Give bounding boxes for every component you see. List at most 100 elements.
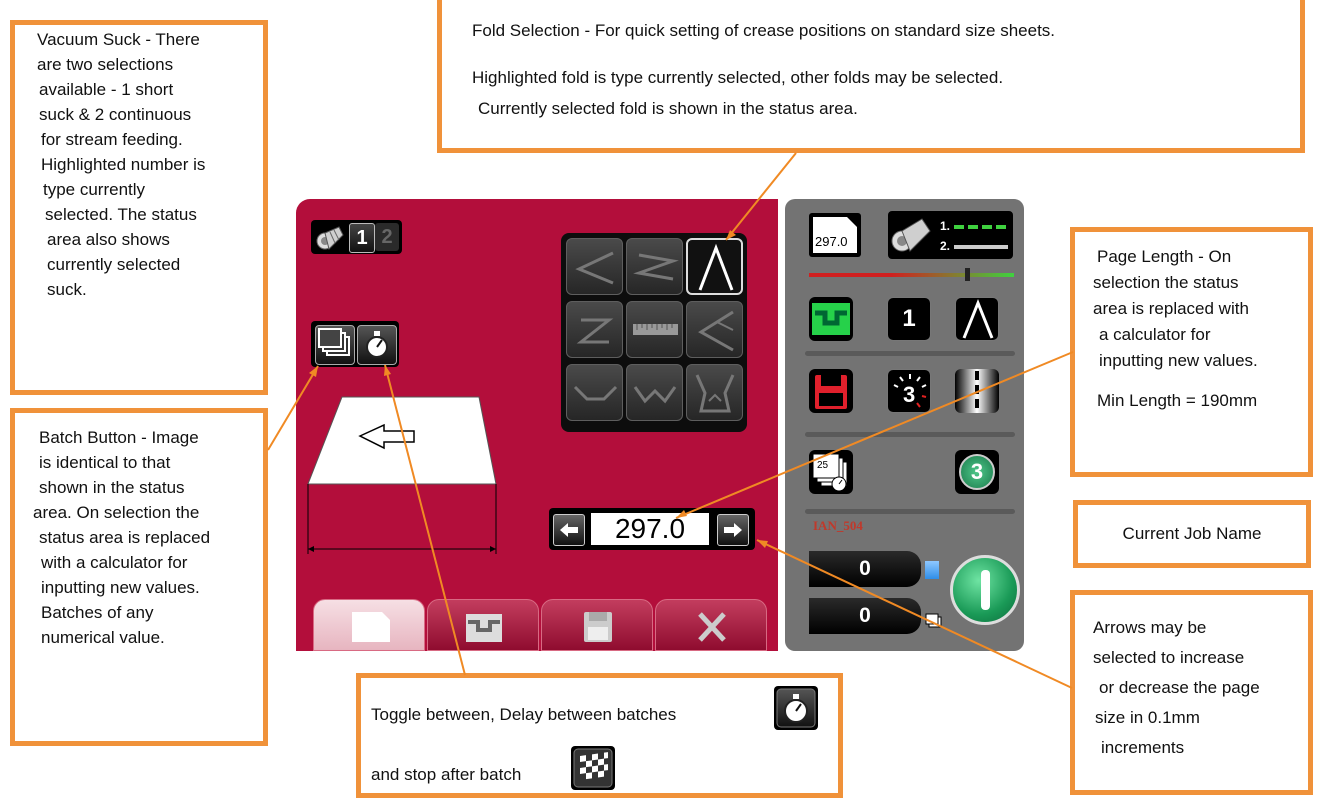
suck-strength-slider[interactable] (809, 273, 1014, 277)
tab-page[interactable] (313, 599, 425, 651)
ruler-button[interactable] (626, 301, 683, 358)
fold-7-button[interactable] (566, 364, 623, 421)
separator (805, 351, 1015, 356)
batch-counter: 0 (809, 598, 921, 634)
delay-toggle-button[interactable] (357, 325, 397, 365)
tab-save[interactable] (541, 599, 653, 651)
delay-status-button[interactable]: 3 (887, 369, 931, 413)
arrows-callout: Arrows may be selected to increase or de… (1070, 590, 1313, 795)
suck-option-1-button[interactable]: 1 (349, 223, 375, 253)
slider-handle[interactable] (965, 268, 970, 281)
crease-icon (812, 303, 850, 335)
badge-circle: 3 (959, 454, 995, 490)
vacuum-roller-icon (315, 223, 345, 251)
single-fold-icon (698, 243, 734, 291)
callout-line: or decrease the page (1099, 678, 1260, 697)
batch-count: 25 (817, 460, 829, 471)
separator (805, 432, 1015, 437)
tab-tools[interactable] (655, 599, 767, 651)
callout-line: Batch Button - Image (39, 428, 199, 447)
crease-status-button[interactable] (809, 297, 853, 341)
stack-icon (925, 613, 942, 628)
start-button[interactable] (950, 555, 1020, 625)
batch-button[interactable] (315, 325, 355, 365)
checkered-flag-icon (571, 746, 615, 790)
z-fold-icon (633, 253, 679, 281)
callout-line: for stream feeding. (41, 130, 183, 149)
job-name: IAN_504 (813, 518, 863, 533)
vacuum-suck-selector: 1 2 (311, 220, 402, 254)
circle-badge-button[interactable]: 3 (955, 450, 999, 494)
batch-status-button[interactable]: 25 (809, 450, 853, 494)
vacuum-suck-callout: Vacuum Suck - There are two selections a… (10, 20, 268, 395)
fold-2-button[interactable] (626, 238, 683, 295)
fold-1-button[interactable] (566, 238, 623, 295)
suck-level-1-bar (954, 225, 1008, 229)
callout-line: with a calculator for (41, 553, 188, 572)
suck-level-2-label: 2. (940, 239, 951, 253)
page-length-field[interactable]: 297.0 (591, 513, 709, 545)
stack-icon (318, 328, 350, 356)
callout-line: and stop after batch (371, 765, 522, 784)
callout-line: a calculator for (1099, 325, 1211, 344)
status-panel: 297.0 1. 2. 1 3 25 3 IAN_504 0 0 (785, 199, 1024, 651)
callout-line: selection the status (1093, 273, 1239, 292)
callout-line: Toggle between, Delay between batches (371, 705, 677, 724)
ruler-icon (633, 324, 678, 335)
tab-crease[interactable] (427, 599, 539, 651)
callout-line: Current Job Name (1122, 524, 1262, 543)
stopwatch-icon (366, 331, 388, 358)
callout-line: type currently (43, 180, 146, 199)
fold-angle-icon (698, 310, 734, 352)
suck-option-2-button[interactable]: 2 (375, 223, 399, 251)
callout-line: Highlighted fold is type currently selec… (472, 68, 1004, 87)
callout-line: inputting new values. (41, 578, 200, 597)
callout-line: Highlighted number is (41, 155, 206, 174)
stopwatch-icon (774, 686, 818, 730)
suck-status-button[interactable]: 1 (887, 297, 931, 341)
double-fold-icon (633, 386, 677, 404)
callout-line: suck. (47, 280, 87, 299)
page-size-label: 297.0 (815, 234, 848, 249)
callout-line: available - 1 short (39, 80, 174, 99)
job-name-callout: Current Job Name (1073, 500, 1311, 568)
sheet-icon (925, 561, 939, 579)
center-line-status[interactable] (955, 369, 999, 413)
fold-8-button[interactable] (626, 364, 683, 421)
fold-status-button[interactable] (955, 297, 999, 341)
tools-icon (698, 612, 726, 642)
callout-line: inputting new values. (1099, 351, 1258, 370)
callout-line: Page Length - On (1097, 247, 1232, 266)
suck-level-2-bar (954, 245, 1008, 249)
callout-line: area. On selection the (33, 503, 200, 522)
decrease-length-button[interactable] (553, 514, 585, 546)
fold-6-button[interactable] (686, 301, 743, 358)
vacuum-status: 1. 2. (888, 211, 1013, 259)
callout-line: currently selected (47, 255, 181, 274)
page-length-control: 297.0 (549, 508, 755, 550)
callout-line: Arrows may be (1093, 618, 1207, 637)
increase-length-button[interactable] (717, 514, 749, 546)
callout-line: are two selections (37, 55, 174, 74)
power-bar-icon (981, 570, 990, 610)
fold-selection-grid (561, 233, 747, 432)
page-icon (352, 612, 390, 642)
floppy-disk-icon (584, 612, 612, 642)
fold-3-button[interactable] (686, 238, 743, 295)
callout-line: selected. The status (45, 205, 197, 224)
paper-sheet-diagram (307, 396, 497, 554)
save-status-button[interactable] (809, 369, 853, 413)
vacuum-roller-icon (891, 218, 931, 252)
fold-4-button[interactable] (566, 301, 623, 358)
sheet-counter: 0 (809, 551, 921, 587)
separator (805, 509, 1015, 514)
callout-line: shown in the status (39, 478, 185, 497)
callout-line: numerical value. (41, 628, 165, 647)
gate-fold-icon (573, 385, 618, 401)
min-length-text: Min Length = 190mm (1097, 391, 1258, 410)
fold-9-button[interactable] (686, 364, 743, 421)
page-length-callout: Page Length - On selection the status ar… (1070, 227, 1313, 477)
callout-line: status area is replaced (39, 528, 211, 547)
wrap-fold-icon (695, 374, 735, 413)
callout-line: Currently selected fold is shown in the … (478, 99, 858, 118)
